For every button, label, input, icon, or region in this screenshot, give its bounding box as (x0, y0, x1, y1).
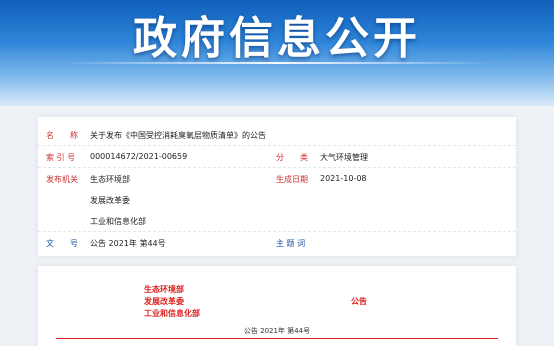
name-value: 关于发布《中国受控消耗臭氧层物质清单》的公告 (90, 131, 266, 140)
banner-title: 政府信息公开 (133, 13, 421, 64)
category-label: 分 类 (276, 153, 308, 162)
doc-issuer-1: 生态环境部 (144, 285, 184, 294)
index-value: 000014672/2021-00659 (90, 152, 188, 161)
row-divider (38, 231, 516, 232)
docno-label: 文 号 (46, 239, 78, 248)
issuer-1: 生态环境部 (90, 175, 130, 184)
keywords-label: 主 题 词 (276, 239, 306, 248)
docno-value: 公告 2021年 第44号 (90, 239, 166, 248)
row-divider (38, 167, 516, 168)
index-label: 索 引 号 (46, 153, 76, 162)
issuer-label: 发布机关 (46, 175, 78, 184)
issuer-2: 发展改革委 (90, 196, 130, 205)
doc-issuer-2: 发展改革委 (144, 297, 184, 306)
doc-type: 公告 (351, 297, 367, 306)
doc-issuer-3: 工业和信息化部 (144, 309, 200, 318)
name-label: 名 称 (46, 131, 78, 140)
banner: 政府信息公开 (0, 0, 554, 106)
issuer-3: 工业和信息化部 (90, 217, 146, 226)
red-rule (56, 338, 498, 339)
info-card: 名 称 关于发布《中国受控消耗臭氧层物质清单》的公告 索 引 号 0000146… (38, 117, 516, 256)
document-preview: 生态环境部 发展改革委 工业和信息化部 公告 公告 2021年 第44号 (38, 266, 516, 346)
date-value: 2021-10-08 (320, 174, 367, 183)
row-divider (38, 145, 516, 146)
category-value: 大气环境管理 (320, 153, 368, 162)
date-label: 生成日期 (276, 175, 308, 184)
doc-number: 公告 2021年 第44号 (243, 327, 311, 335)
